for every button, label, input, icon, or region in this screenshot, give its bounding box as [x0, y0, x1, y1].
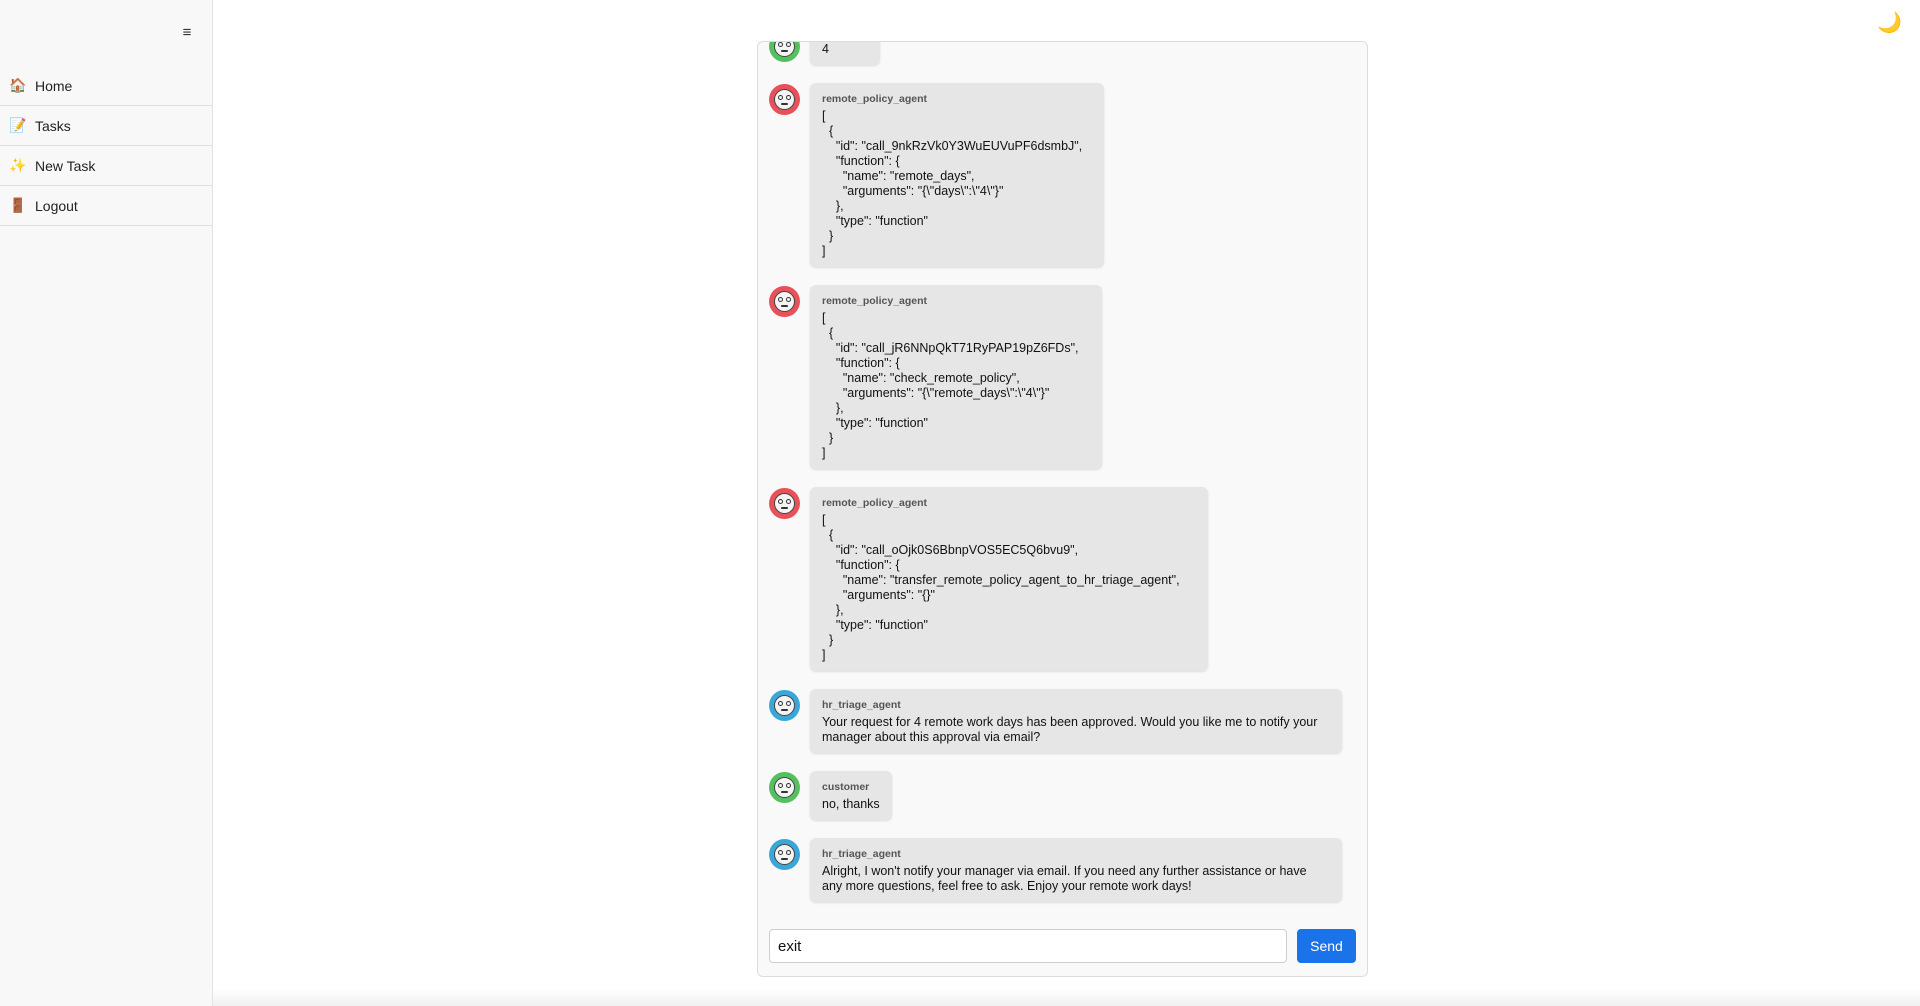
sidebar: ≡ 🏠 Home 📝 Tasks ✨ New Task 🚪 Logout [0, 0, 213, 1006]
chat-panel: 4 remote_policy_agent [ { "id": "call_9n… [757, 41, 1368, 977]
composer: Send [758, 918, 1367, 976]
message-text: [ { "id": "call_oOjk0S6BbnpVOS5EC5Q6bvu9… [822, 513, 1180, 662]
message-bubble: 4 [810, 42, 880, 65]
message-sender: hr_triage_agent [822, 848, 901, 860]
sidebar-item-label: Logout [35, 197, 78, 214]
message-sender: customer [822, 781, 870, 793]
message-text: [ { "id": "call_jR6NNpQkT71RyPAP19pZ6FDs… [822, 311, 1079, 460]
message-sender: remote_policy_agent [822, 295, 928, 307]
chat-message: hr_triage_agent Your request for 4 remot… [769, 689, 1367, 753]
avatar [769, 690, 800, 721]
sidebar-item-logout[interactable]: 🚪 Logout [0, 186, 212, 226]
bottom-shadow [213, 988, 1920, 1006]
message-bubble: remote_policy_agent [ { "id": "call_9nkR… [810, 83, 1104, 267]
message-text: [ { "id": "call_9nkRzVk0Y3WuEUVuPF6dsmbJ… [822, 109, 1083, 258]
send-button[interactable]: Send [1297, 929, 1356, 963]
avatar [769, 839, 800, 870]
robot-face-icon [774, 42, 795, 57]
sidebar-nav: 🏠 Home 📝 Tasks ✨ New Task 🚪 Logout [0, 66, 212, 226]
message-text: Alright, I won't notify your manager via… [822, 864, 1311, 893]
message-text: no, thanks [822, 797, 880, 811]
robot-face-icon [774, 777, 795, 798]
message-bubble: remote_policy_agent [ { "id": "call_oOjk… [810, 487, 1208, 671]
sidebar-item-tasks[interactable]: 📝 Tasks [0, 106, 212, 146]
avatar [769, 42, 800, 62]
robot-face-icon [774, 493, 795, 514]
message-input[interactable] [769, 929, 1287, 963]
message-sender: remote_policy_agent [822, 497, 928, 509]
chat-message: remote_policy_agent [ { "id": "call_oOjk… [769, 487, 1367, 671]
message-text: Your request for 4 remote work days has … [822, 715, 1321, 744]
message-sender: remote_policy_agent [822, 93, 928, 105]
avatar [769, 84, 800, 115]
message-bubble: hr_triage_agent Alright, I won't notify … [810, 838, 1342, 902]
memo-icon: 📝 [9, 117, 27, 133]
menu-toggle-icon[interactable]: ≡ [176, 22, 198, 44]
avatar [769, 488, 800, 519]
chat-message: customer no, thanks [769, 771, 1367, 820]
message-list[interactable]: 4 remote_policy_agent [ { "id": "call_9n… [758, 42, 1367, 921]
avatar [769, 772, 800, 803]
sidebar-item-label: Home [35, 77, 73, 94]
chat-message: hr_triage_agent Alright, I won't notify … [769, 838, 1367, 902]
door-icon: 🚪 [9, 197, 27, 213]
robot-face-icon [774, 695, 795, 716]
sidebar-item-new-task[interactable]: ✨ New Task [0, 146, 212, 186]
sidebar-item-label: Tasks [35, 117, 71, 134]
sparkles-icon: ✨ [9, 157, 27, 173]
chat-message: remote_policy_agent [ { "id": "call_jR6N… [769, 285, 1367, 469]
message-text: 4 [822, 42, 829, 56]
home-icon: 🏠 [9, 77, 27, 93]
avatar [769, 286, 800, 317]
chat-message: remote_policy_agent [ { "id": "call_9nkR… [769, 83, 1367, 267]
message-sender: hr_triage_agent [822, 699, 901, 711]
message-bubble: remote_policy_agent [ { "id": "call_jR6N… [810, 285, 1102, 469]
robot-face-icon [774, 844, 795, 865]
message-bubble: hr_triage_agent Your request for 4 remot… [810, 689, 1342, 753]
chat-message: 4 [769, 42, 1367, 65]
theme-toggle-moon-icon[interactable]: 🌙 [1877, 10, 1902, 35]
message-bubble: customer no, thanks [810, 771, 892, 820]
sidebar-item-label: New Task [35, 157, 96, 174]
robot-face-icon [774, 89, 795, 110]
robot-face-icon [774, 291, 795, 312]
sidebar-item-home[interactable]: 🏠 Home [0, 66, 212, 106]
